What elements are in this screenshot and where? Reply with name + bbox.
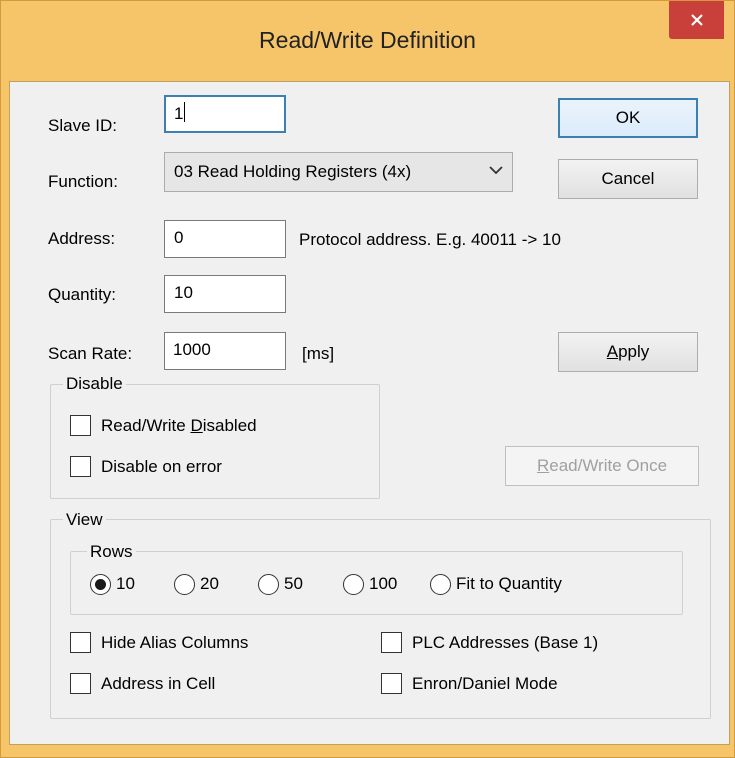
function-label: Function: — [48, 172, 118, 191]
read-write-disabled-label[interactable]: Read/Write Disabled — [101, 416, 257, 436]
address-label: Address: — [48, 229, 116, 248]
address-hint: Protocol address. E.g. 40011 -> 10 — [299, 230, 561, 249]
rows-option-10-label[interactable]: 10 — [116, 574, 135, 594]
rows-radio-20[interactable] — [174, 574, 195, 595]
hide-alias-columns-checkbox[interactable] — [70, 632, 91, 653]
enron-daniel-mode-checkbox[interactable] — [381, 673, 402, 694]
function-select-value: 03 Read Holding Registers (4x) — [174, 162, 412, 181]
address-input[interactable]: 0 — [164, 220, 286, 258]
disable-group-title: Disable — [63, 374, 126, 394]
cancel-button[interactable]: Cancel — [558, 159, 698, 199]
read-write-once-mnemonic: R — [536, 456, 550, 475]
plc-addresses-checkbox[interactable] — [381, 632, 402, 653]
apply-button[interactable]: Apply — [558, 332, 698, 372]
enron-daniel-mode-label[interactable]: Enron/Daniel Mode — [412, 674, 558, 694]
rows-option-100-label[interactable]: 100 — [369, 574, 397, 594]
scan-rate-unit: [ms] — [302, 344, 335, 363]
rows-radio-fit-to-quantity[interactable] — [430, 574, 451, 595]
scan-rate-input[interactable]: 1000 — [164, 332, 286, 370]
dialog-window: Read/Write Definition Slave ID: 1 Functi… — [0, 0, 735, 758]
text-caret — [184, 102, 186, 122]
slave-id-input[interactable]: 1 — [164, 95, 286, 133]
rows-option-fit-label[interactable]: Fit to Quantity — [456, 574, 562, 594]
function-select[interactable]: 03 Read Holding Registers (4x) — [164, 152, 513, 192]
read-write-disabled-checkbox[interactable] — [70, 415, 91, 436]
slave-id-label: Slave ID: — [48, 116, 117, 135]
hide-alias-columns-label[interactable]: Hide Alias Columns — [101, 633, 248, 653]
apply-label: pply — [618, 342, 650, 361]
view-group-title: View — [63, 510, 106, 530]
ok-button[interactable]: OK — [558, 98, 698, 138]
chevron-down-icon — [486, 160, 506, 186]
dialog-title: Read/Write Definition — [259, 27, 476, 53]
rw-disabled-mnemonic: D — [190, 416, 203, 435]
close-icon — [690, 14, 703, 26]
rows-radio-100[interactable] — [343, 574, 364, 595]
read-write-once-button[interactable]: Read/Write Once — [505, 446, 699, 486]
rows-option-50-label[interactable]: 50 — [284, 574, 303, 594]
address-in-cell-label[interactable]: Address in Cell — [101, 674, 215, 694]
rw-disabled-text-start: Read/Write — [101, 416, 191, 435]
disable-on-error-checkbox[interactable] — [70, 456, 91, 477]
scan-rate-label: Scan Rate: — [48, 344, 133, 363]
quantity-input[interactable]: 10 — [164, 275, 286, 313]
disable-on-error-label[interactable]: Disable on error — [101, 457, 222, 477]
close-button[interactable] — [669, 1, 724, 39]
radio-selected-dot — [95, 579, 106, 590]
rows-option-20-label[interactable]: 20 — [200, 574, 219, 594]
apply-mnemonic: A — [606, 342, 619, 361]
dialog-body: Slave ID: 1 Function: 03 Read Holding Re… — [9, 81, 730, 745]
rows-radio-50[interactable] — [258, 574, 279, 595]
rw-disabled-text-end: isabled — [202, 416, 257, 435]
title-bar[interactable]: Read/Write Definition — [1, 1, 734, 83]
rows-radio-10[interactable] — [90, 574, 111, 595]
read-write-once-label: ead/Write Once — [549, 456, 668, 475]
plc-addresses-label[interactable]: PLC Addresses (Base 1) — [412, 633, 598, 653]
rows-group-title: Rows — [87, 542, 136, 562]
quantity-label: Quantity: — [48, 285, 117, 304]
address-in-cell-checkbox[interactable] — [70, 673, 91, 694]
disable-group — [50, 384, 380, 499]
